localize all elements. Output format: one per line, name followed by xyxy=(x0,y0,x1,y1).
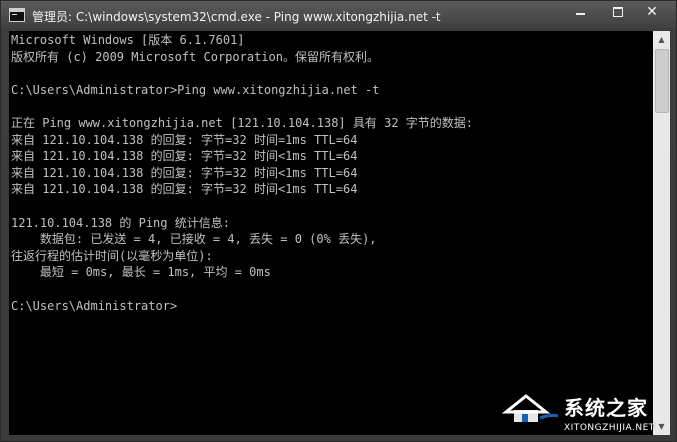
maximize-button[interactable] xyxy=(603,1,633,23)
console-line: 数据包: 已发送 = 4, 已接收 = 4, 丢失 = 0 (0% 丢失), xyxy=(11,232,377,247)
console-line: 最短 = 0ms, 最长 = 1ms, 平均 = 0ms xyxy=(11,265,271,280)
watermark-url: XITONGZHIJIA.NET xyxy=(564,423,655,433)
scroll-up-arrow-icon[interactable]: ▲ xyxy=(653,31,670,48)
title-bar[interactable]: 管理员: C:\windows\system32\cmd.exe - Ping … xyxy=(1,1,676,31)
console-output[interactable]: Microsoft Windows [版本 6.1.7601] 版权所有 (c) … xyxy=(9,31,653,435)
cmd-window: 管理员: C:\windows\system32\cmd.exe - Ping … xyxy=(0,0,677,442)
console-icon[interactable] xyxy=(9,8,25,22)
console-line: C:\Users\Administrator> xyxy=(11,298,178,313)
maximize-icon xyxy=(613,6,623,17)
site-watermark: 系统之家 XITONGZHIJIA.NET xyxy=(498,388,676,440)
console-line: 往返行程的估计时间(以毫秒为单位): xyxy=(11,248,213,263)
window-title: 管理员: C:\windows\system32\cmd.exe - Ping … xyxy=(32,10,441,24)
console-line: Microsoft Windows [版本 6.1.7601] xyxy=(11,33,245,47)
console-line: 正在 Ping www.xitongzhijia.net [121.10.104… xyxy=(11,115,474,130)
minimize-button[interactable] xyxy=(565,1,595,23)
console-line: 来自 121.10.104.138 的回复: 字节=32 时间<1ms TTL=… xyxy=(11,165,358,180)
console-line: 121.10.104.138 的 Ping 统计信息: xyxy=(11,215,230,230)
console-line: 来自 121.10.104.138 的回复: 字节=32 时间<1ms TTL=… xyxy=(11,149,358,164)
vertical-scrollbar[interactable]: ▲ ▼ xyxy=(653,31,670,435)
close-button[interactable]: ✕ xyxy=(637,1,667,23)
console-line: 版权所有 (c) 2009 Microsoft Corporation。保留所有… xyxy=(11,49,379,64)
watermark-name: 系统之家 xyxy=(564,396,648,420)
console-text: Microsoft Windows [版本 6.1.7601] 版权所有 (c) … xyxy=(11,32,473,314)
minimize-icon xyxy=(575,12,585,15)
house-logo-icon xyxy=(502,394,559,422)
console-line: C:\Users\Administrator>Ping www.xitongzh… xyxy=(11,82,380,97)
close-icon: ✕ xyxy=(646,4,658,20)
scroll-thumb[interactable] xyxy=(655,49,669,113)
console-line: 来自 121.10.104.138 的回复: 字节=32 时间<1ms TTL=… xyxy=(11,182,358,197)
console-line: 来自 121.10.104.138 的回复: 字节=32 时间=1ms TTL=… xyxy=(11,132,358,147)
